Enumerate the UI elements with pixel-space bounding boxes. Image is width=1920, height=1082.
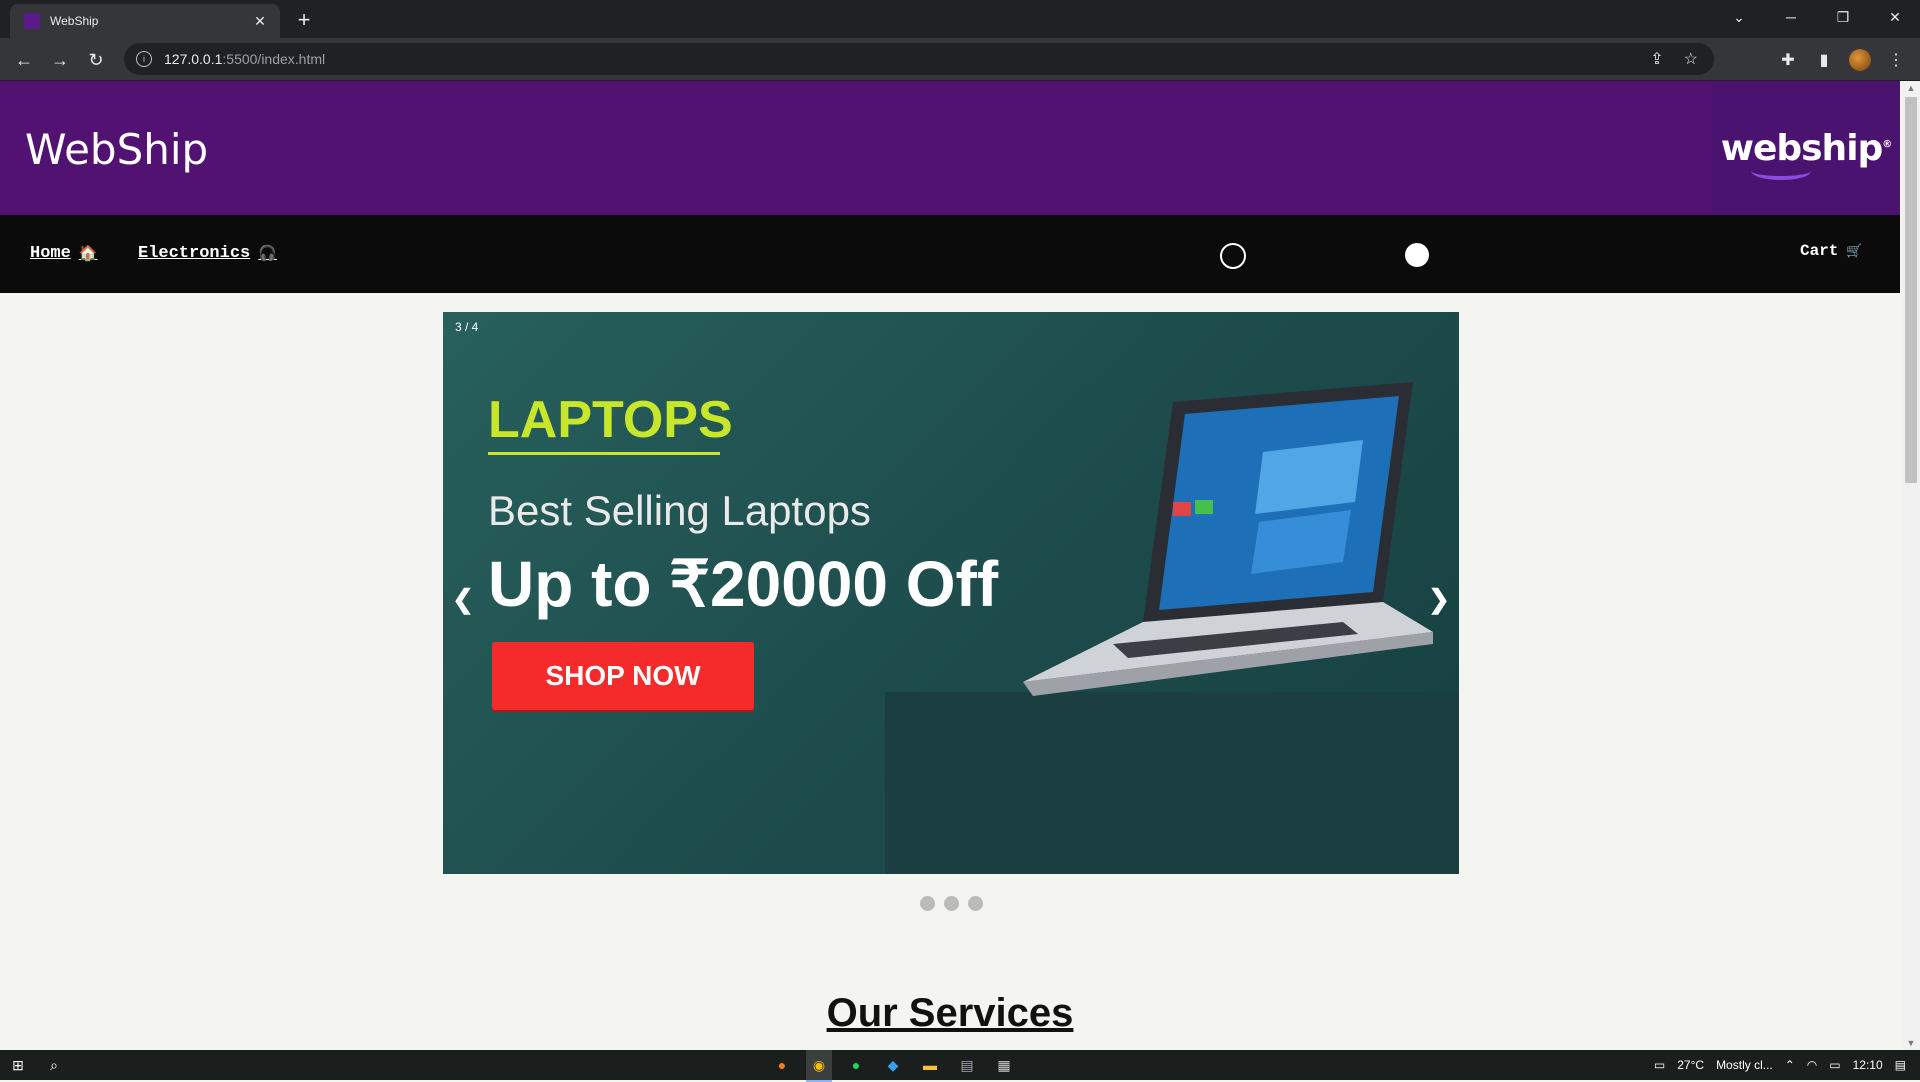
logo-text: webship® <box>1721 128 1892 180</box>
back-icon[interactable]: ← <box>10 46 38 74</box>
scroll-up-icon[interactable]: ▲ <box>1902 81 1920 95</box>
search-icon[interactable]: ⌕ <box>44 1055 64 1075</box>
page-viewport: WebShip webship® Home 🏠 Electronics 🎧 Cart… <box>0 81 1900 1050</box>
close-tab-icon[interactable]: ✕ <box>250 11 270 31</box>
slide-title: LAPTOPS <box>488 391 733 449</box>
vscode-icon[interactable]: ◆ <box>883 1055 903 1075</box>
minimize-button[interactable]: ─ <box>1768 0 1814 34</box>
share-icon[interactable]: ⇪ <box>1650 49 1663 69</box>
file-explorer-icon[interactable]: ▬ <box>920 1055 940 1075</box>
browser-tab[interactable]: WebShip ✕ <box>10 4 280 38</box>
tab-title: WebShip <box>50 14 99 28</box>
site-brand[interactable]: WebShip <box>25 125 208 174</box>
os-taskbar: ⊞ ⌕ ● ◉ ● ◆ ▬ ▤ ▦ ▭ 27°C Mostly cl... ⌃ … <box>0 1050 1920 1082</box>
site-info-icon[interactable]: i <box>136 51 152 67</box>
scroll-down-icon[interactable]: ▼ <box>1902 1036 1920 1050</box>
notifications-icon[interactable]: ▤ <box>1895 1058 1906 1072</box>
firefox-icon[interactable]: ● <box>772 1055 792 1075</box>
weather-text[interactable]: Mostly cl... <box>1716 1058 1773 1072</box>
display-pedestal <box>885 692 1459 874</box>
laptop-image <box>1023 382 1433 696</box>
restore-button[interactable]: ❐ <box>1820 0 1866 34</box>
webship-logo: webship® <box>1712 81 1900 215</box>
weather-icon[interactable]: ▭ <box>1654 1058 1665 1072</box>
extensions-icon[interactable]: ✚ <box>1774 46 1802 74</box>
site-header: WebShip webship® <box>0 81 1900 215</box>
reload-icon[interactable]: ↻ <box>82 46 110 74</box>
battery-icon[interactable]: ▭ <box>1829 1058 1840 1072</box>
slide-offer: Up to ₹20000 Off <box>488 548 999 620</box>
services-heading: Our Services <box>826 991 1074 1035</box>
close-window-button[interactable]: ✕ <box>1872 0 1918 34</box>
url-text: 127.0.0.1:5500/index.html <box>164 51 326 67</box>
bookmark-star-icon[interactable]: ☆ <box>1684 49 1698 69</box>
slide-counter: 3 / 4 <box>455 320 479 334</box>
spotify-icon[interactable]: ● <box>846 1055 866 1075</box>
clock[interactable]: 12:10 <box>1853 1058 1883 1072</box>
tray-chevron-icon[interactable]: ⌃ <box>1785 1058 1795 1072</box>
weather-temp[interactable]: 27°C <box>1677 1058 1704 1072</box>
nav-electronics-link[interactable]: Electronics 🎧 <box>138 244 277 263</box>
page-scrollbar[interactable]: ▲ ▼ <box>1902 81 1920 1050</box>
app-icon[interactable]: ▦ <box>994 1055 1014 1075</box>
slide-dot[interactable] <box>944 896 959 911</box>
new-tab-button[interactable]: + <box>290 6 318 34</box>
slide-subtitle: Best Selling Laptops <box>488 487 871 534</box>
slideshow-slide: 3 / 4 LAPTOPS Best Selling Laptops Up to… <box>443 312 1459 874</box>
profile-avatar[interactable] <box>1846 46 1874 74</box>
main-nav: Home 🏠 Electronics 🎧 Cart 🛒 <box>0 215 1900 293</box>
side-panel-icon[interactable]: ▮ <box>1810 46 1838 74</box>
circle-outline-icon[interactable] <box>1220 243 1246 269</box>
cart-icon: 🛒 <box>1846 243 1863 259</box>
title-underline <box>488 452 720 455</box>
windows-start-icon[interactable]: ⊞ <box>8 1055 28 1075</box>
wifi-icon[interactable]: ◠ <box>1807 1058 1817 1072</box>
slide-dot[interactable] <box>920 896 935 911</box>
system-tray: ▭ 27°C Mostly cl... ⌃ ◠ ▭ 12:10 ▤ <box>1654 1050 1906 1080</box>
shop-now-button[interactable]: SHOP NOW <box>492 642 754 710</box>
scrollbar-thumb[interactable] <box>1905 97 1917 483</box>
favicon-icon <box>24 13 40 29</box>
browser-toolbar: ← → ↻ i 127.0.0.1:5500/index.html ⇪ ☆ ✚ … <box>0 38 1920 81</box>
cart-link[interactable]: Cart 🛒 <box>1800 242 1863 260</box>
slide-dots <box>920 896 983 911</box>
tab-search-icon[interactable]: ⌄ <box>1716 0 1762 34</box>
chrome-icon[interactable]: ◉ <box>809 1055 829 1075</box>
app-icon[interactable]: ▤ <box>957 1055 977 1075</box>
home-icon: 🏠 <box>78 246 98 263</box>
circle-filled-icon[interactable] <box>1405 243 1429 267</box>
next-slide-button[interactable]: ❯ <box>1427 584 1451 615</box>
headphones-icon: 🎧 <box>258 246 277 263</box>
slide-dot[interactable] <box>968 896 983 911</box>
nav-home-link[interactable]: Home 🏠 <box>30 244 98 263</box>
browser-tab-strip: WebShip ✕ + ⌄ ─ ❐ ✕ <box>0 0 1920 38</box>
prev-slide-button[interactable]: ❮ <box>451 584 475 615</box>
forward-icon[interactable]: → <box>46 46 74 74</box>
address-bar[interactable]: i 127.0.0.1:5500/index.html ⇪ ☆ <box>124 43 1714 75</box>
browser-menu-icon[interactable]: ⋮ <box>1882 46 1910 74</box>
